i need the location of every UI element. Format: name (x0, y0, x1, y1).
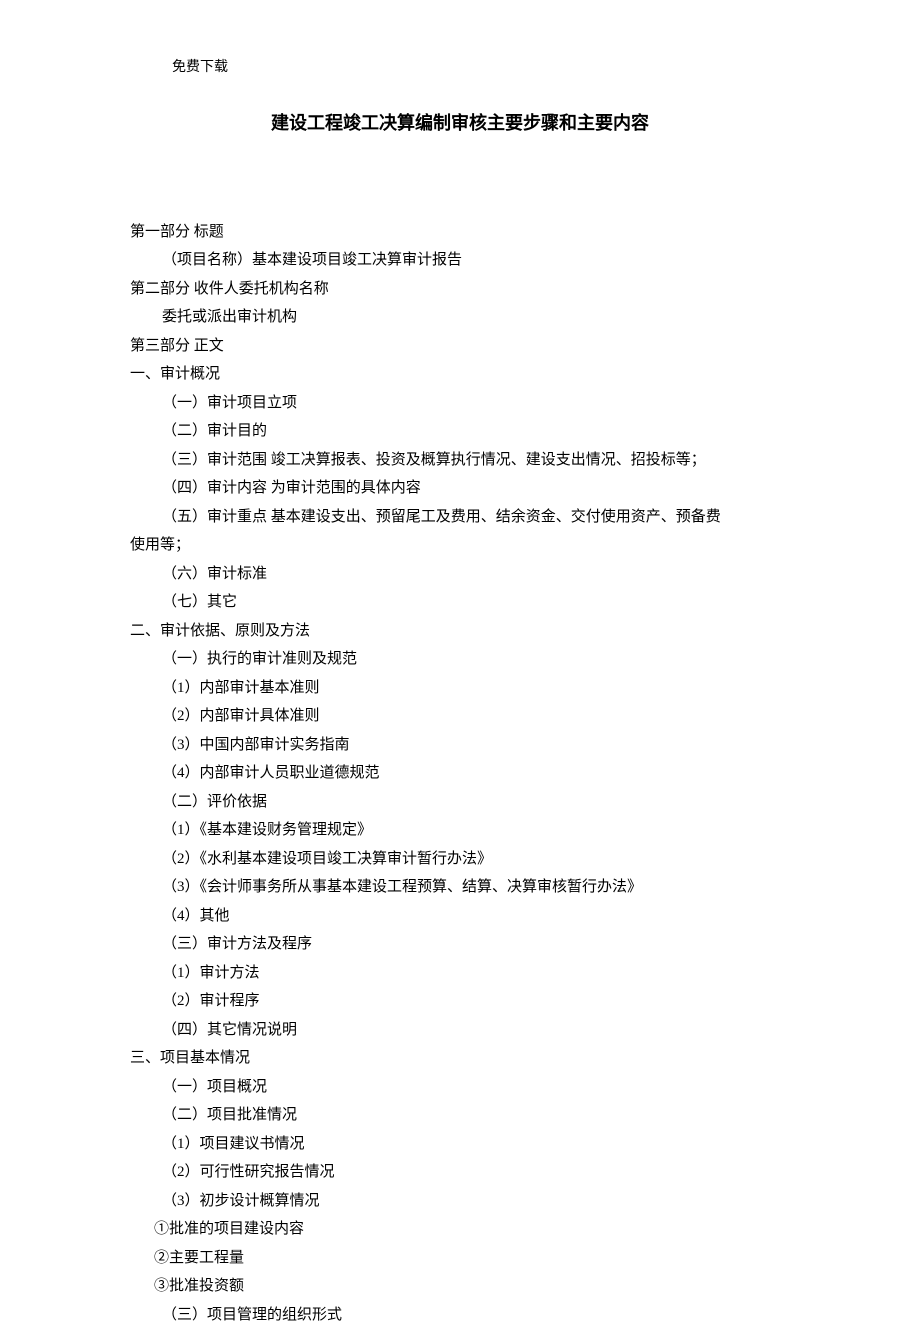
body-line: （1）项目建议书情况 (130, 1130, 790, 1159)
body-line: （四）其它情况说明 (130, 1016, 790, 1045)
body-line: （2）《水利基本建设项目竣工决算审计暂行办法》 (130, 845, 790, 874)
body-line: ③批准投资额 (130, 1272, 790, 1301)
body-line: （五）审计重点 基本建设支出、预留尾工及费用、结余资金、交付使用资产、预备费 (130, 503, 790, 532)
body-line: （1）审计方法 (130, 959, 790, 988)
body-line: （三）审计方法及程序 (130, 930, 790, 959)
body-line: （二）审计目的 (130, 417, 790, 446)
body-line: （3）《会计师事务所从事基本建设工程预算、结算、决算审核暂行办法》 (130, 873, 790, 902)
body-line: 第一部分 标题 (130, 218, 790, 247)
body-line: （4）其他 (130, 902, 790, 931)
document-title: 建设工程竣工决算编制审核主要步骤和主要内容 (130, 106, 790, 140)
body-line: （4）内部审计人员职业道德规范 (130, 759, 790, 788)
body-line: 使用等； (130, 531, 790, 560)
body-line: （1）内部审计基本准则 (130, 674, 790, 703)
body-line: 三、项目基本情况 (130, 1044, 790, 1073)
body-line: （三）项目管理的组织形式 (130, 1301, 790, 1329)
body-line: （一）审计项目立项 (130, 389, 790, 418)
body-line: 第二部分 收件人委托机构名称 (130, 275, 790, 304)
body-line: 第三部分 正文 (130, 332, 790, 361)
body-line: （二）项目批准情况 (130, 1101, 790, 1130)
body-line: （七）其它 (130, 588, 790, 617)
body-line: （项目名称）基本建设项目竣工决算审计报告 (130, 246, 790, 275)
body-line: （3）中国内部审计实务指南 (130, 731, 790, 760)
body-line: （2）审计程序 (130, 987, 790, 1016)
body-line: ①批准的项目建设内容 (130, 1215, 790, 1244)
body-line: 一、审计概况 (130, 360, 790, 389)
body-line: （二）评价依据 (130, 788, 790, 817)
body-line: （六）审计标准 (130, 560, 790, 589)
body-line: （四）审计内容 为审计范围的具体内容 (130, 474, 790, 503)
body-line: （一）项目概况 (130, 1073, 790, 1102)
document-body: 第一部分 标题（项目名称）基本建设项目竣工决算审计报告第二部分 收件人委托机构名… (130, 218, 790, 1329)
body-line: （三）审计范围 竣工决算报表、投资及概算执行情况、建设支出情况、招投标等； (130, 446, 790, 475)
body-line: （一）执行的审计准则及规范 (130, 645, 790, 674)
body-line: 委托或派出审计机构 (130, 303, 790, 332)
header-note: 免费下载 (172, 55, 790, 82)
body-line: （1）《基本建设财务管理规定》 (130, 816, 790, 845)
body-line: （3）初步设计概算情况 (130, 1187, 790, 1216)
body-line: （2）内部审计具体准则 (130, 702, 790, 731)
body-line: ②主要工程量 (130, 1244, 790, 1273)
body-line: 二、审计依据、原则及方法 (130, 617, 790, 646)
body-line: （2）可行性研究报告情况 (130, 1158, 790, 1187)
